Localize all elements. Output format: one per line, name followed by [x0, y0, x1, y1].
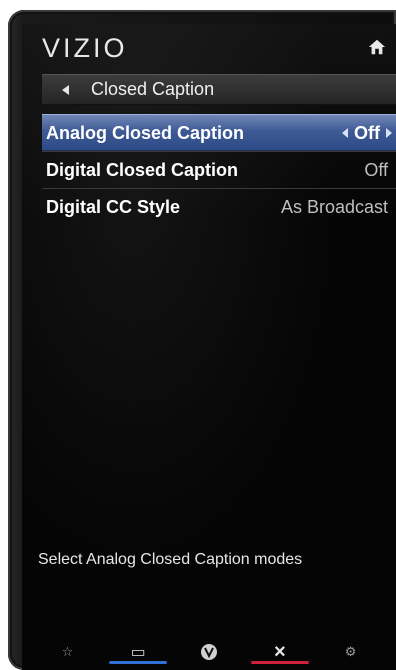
menu-item-digital-closed-caption[interactable]: Digital Closed Caption Off	[42, 151, 396, 188]
page-title: Closed Caption	[91, 79, 215, 99]
footer-toolbar: ☆ ▭ × ⚙	[22, 634, 396, 670]
vizio-logo: VIZIO	[42, 33, 128, 63]
tv-screen: VIZIO Closed Caption Analog Closed Capti…	[22, 24, 396, 670]
menu-item-label: Digital CC Style	[46, 196, 181, 217]
star-glyph: ☆	[61, 644, 74, 659]
menu-item-label: Digital Closed Caption	[46, 159, 239, 180]
tv-bezel: VIZIO Closed Caption Analog Closed Capti…	[8, 10, 396, 670]
menu-item-analog-closed-caption[interactable]: Analog Closed Caption Off	[42, 114, 396, 151]
vizio-v-icon[interactable]	[194, 639, 224, 665]
menu-item-label: Analog Closed Caption	[46, 122, 244, 143]
menu-item-value: Off	[354, 122, 380, 143]
settings-glyph: ⚙	[344, 644, 357, 659]
menu-list: Analog Closed Caption Off Digital Closed…	[42, 114, 396, 225]
right-arrow-icon[interactable]	[386, 128, 392, 138]
left-arrow-icon[interactable]	[342, 128, 348, 138]
close-icon[interactable]: ×	[250, 639, 309, 665]
input-icon[interactable]: ▭	[109, 639, 168, 665]
home-icon[interactable]	[368, 38, 386, 56]
settings-icon[interactable]: ⚙	[336, 639, 366, 665]
menu-item-value: As Broadcast	[280, 196, 388, 217]
exit-bar	[250, 661, 309, 664]
value-selector[interactable]: Off	[342, 123, 392, 144]
menu-item-digital-cc-style[interactable]: Digital CC Style As Broadcast	[42, 188, 396, 225]
back-icon[interactable]	[62, 84, 69, 95]
title-bar[interactable]: Closed Caption	[42, 74, 396, 105]
menu-item-value: Off	[364, 159, 388, 180]
input-bar	[109, 661, 168, 664]
star-icon[interactable]: ☆	[52, 639, 82, 665]
input-glyph: ▭	[130, 644, 146, 661]
vizio-v-badge	[200, 644, 217, 660]
help-text: Select Analog Closed Caption modes	[38, 551, 303, 568]
header: VIZIO	[22, 24, 396, 68]
